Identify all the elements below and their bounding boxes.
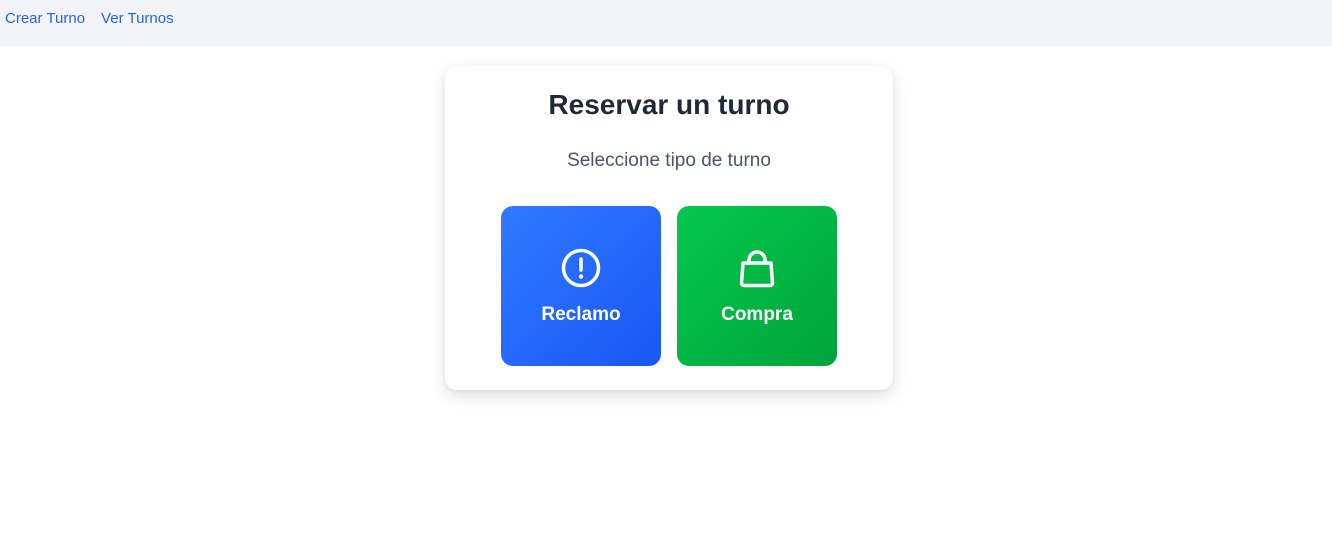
shopping-bag-icon (739, 250, 775, 288)
compra-label: Compra (721, 304, 793, 325)
exclamation-circle-icon (561, 248, 601, 288)
reclamo-button[interactable]: Reclamo (501, 206, 661, 366)
card-title: Reservar un turno (548, 89, 790, 120)
top-navbar: Crear Turno Ver Turnos (0, 0, 1332, 46)
booking-card: Reservar un turno Seleccione tipo de tur… (445, 66, 893, 390)
reclamo-label: Reclamo (541, 304, 621, 325)
nav-link-crear-turno[interactable]: Crear Turno (5, 10, 85, 28)
nav-link-ver-turnos[interactable]: Ver Turnos (101, 10, 174, 28)
card-subtitle: Seleccione tipo de turno (567, 150, 771, 171)
compra-button[interactable]: Compra (677, 206, 837, 366)
